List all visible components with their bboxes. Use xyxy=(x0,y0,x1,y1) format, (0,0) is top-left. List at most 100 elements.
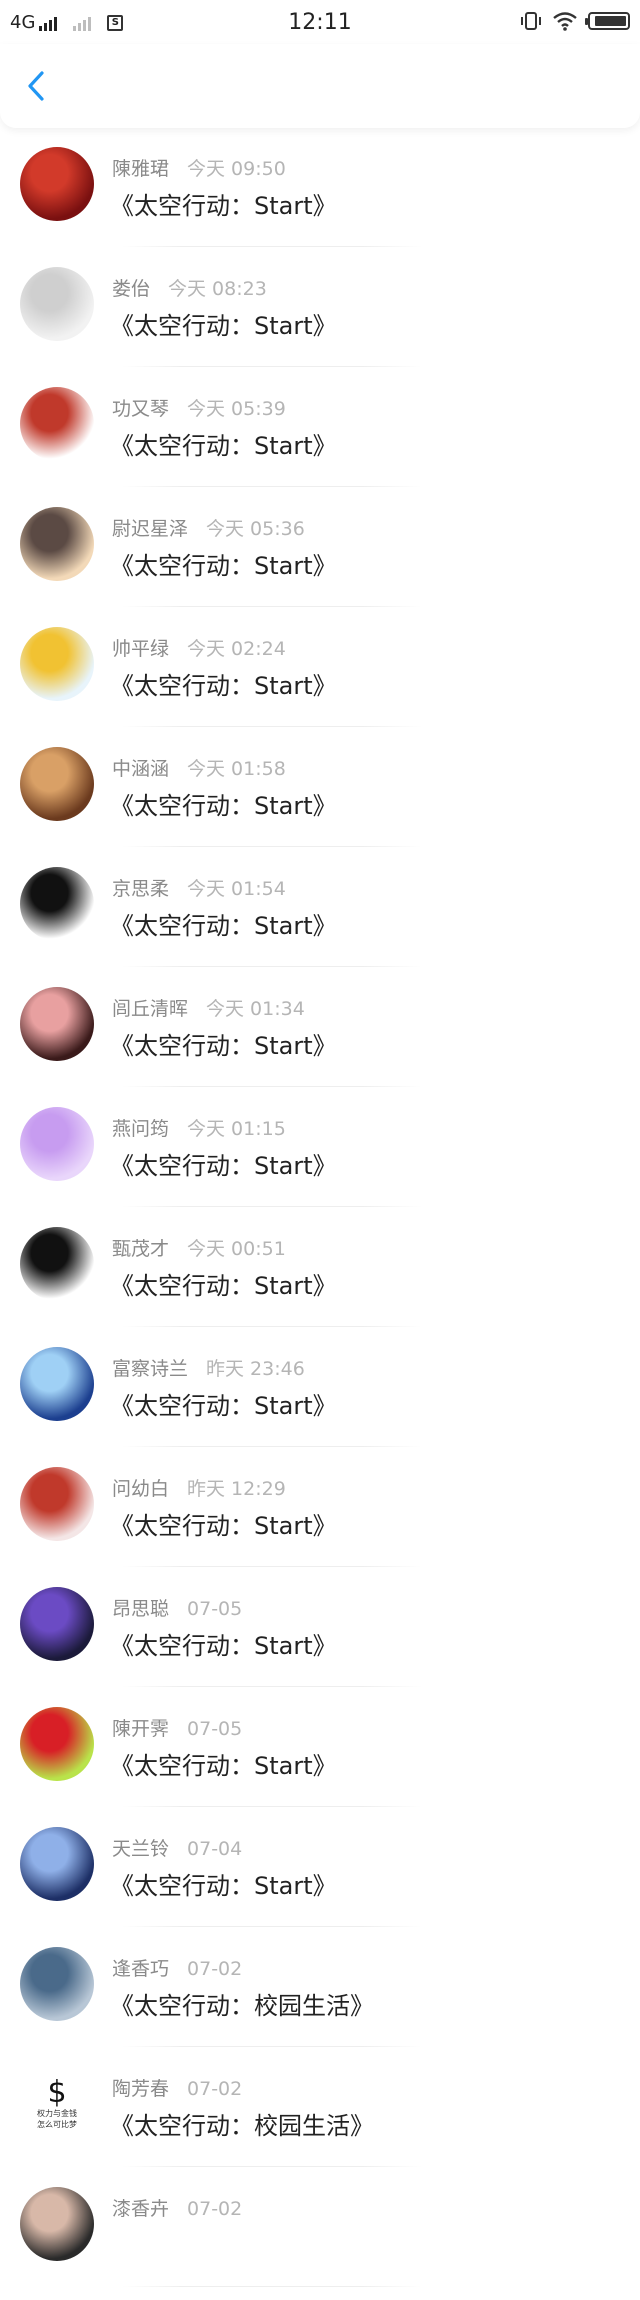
list-item[interactable]: 京思柔 今天 01:54 《太空行动：Start》 xyxy=(0,860,640,980)
item-meta: 功又琴 今天 05:39 xyxy=(112,394,286,421)
list-item[interactable]: 功又琴 今天 05:39 《太空行动：Start》 xyxy=(0,380,640,500)
list-item[interactable]: 富察诗兰 昨天 23:46 《太空行动：Start》 xyxy=(0,1340,640,1460)
avatar-ice-princess[interactable] xyxy=(20,1347,94,1421)
divider xyxy=(122,2166,422,2167)
item-meta: 富察诗兰 昨天 23:46 xyxy=(112,1354,305,1381)
item-meta: 燕问筠 今天 01:15 xyxy=(112,1114,286,1141)
list-item[interactable]: 帅平绿 今天 02:24 《太空行动：Start》 xyxy=(0,620,640,740)
item-title: 《太空行动：Start》 xyxy=(110,1032,337,1060)
user-name: 陶芳春 xyxy=(112,2078,170,2100)
item-title: 《太空行动：Start》 xyxy=(110,552,337,580)
item-title: 《太空行动：Start》 xyxy=(110,672,337,700)
item-meta: 帅平绿 今天 02:24 xyxy=(112,634,286,661)
item-meta: 中涵涵 今天 01:58 xyxy=(112,754,286,781)
list-item[interactable]: 中涵涵 今天 01:58 《太空行动：Start》 xyxy=(0,740,640,860)
avatar-red-dress[interactable] xyxy=(20,147,94,221)
dollar-icon: $ xyxy=(47,2075,67,2110)
timestamp: 07-04 xyxy=(187,1838,243,1860)
avatar-black-skirt[interactable] xyxy=(20,1227,94,1301)
timestamp: 今天 02:24 xyxy=(187,638,286,660)
item-title: 《太空行动：Start》 xyxy=(110,1272,337,1300)
divider xyxy=(122,486,422,487)
avatar-latte-art[interactable] xyxy=(20,747,94,821)
user-name: 帅平绿 xyxy=(112,638,170,660)
avatar-dark-portrait[interactable] xyxy=(20,2187,94,2261)
avatar-face-closeup[interactable] xyxy=(20,987,94,1061)
list-item[interactable]: 尉迟星泽 今天 05:36 《太空行动：Start》 xyxy=(0,500,640,620)
timestamp: 07-02 xyxy=(187,2078,243,2100)
divider xyxy=(122,2286,422,2287)
timestamp: 今天 01:54 xyxy=(187,878,286,900)
avatar-chat-bubble[interactable] xyxy=(20,1107,94,1181)
divider xyxy=(122,1926,422,1927)
timestamp: 07-02 xyxy=(187,2198,243,2220)
item-title: 《太空行动：Start》 xyxy=(110,1512,337,1540)
user-name: 漆香卉 xyxy=(112,2198,170,2220)
divider xyxy=(122,1566,422,1567)
item-meta: 逢香巧 07-02 xyxy=(112,1954,242,1981)
item-title: 《太空行动：Start》 xyxy=(110,1632,337,1660)
item-meta: 京思柔 今天 01:54 xyxy=(112,874,286,901)
user-name: 逢香巧 xyxy=(112,1958,170,1980)
avatar-blue-anime[interactable] xyxy=(20,1827,94,1901)
list-item[interactable]: 燕问筠 今天 01:15 《太空行动：Start》 xyxy=(0,1100,640,1220)
list-item[interactable]: 陳雅珺 今天 09:50 《太空行动：Start》 xyxy=(0,140,640,260)
user-name: 燕问筠 xyxy=(112,1118,170,1140)
list-item[interactable]: 昂思聪 07-05 《太空行动：Start》 xyxy=(0,1580,640,1700)
item-meta: 漆香卉 07-02 xyxy=(112,2194,242,2221)
item-title: 《太空行动：Start》 xyxy=(110,312,337,340)
item-meta: 陳雅珺 今天 09:50 xyxy=(112,154,286,181)
user-name: 陳开霁 xyxy=(112,1718,170,1740)
list-item[interactable]: 甄茂才 今天 00:51 《太空行动：Start》 xyxy=(0,1220,640,1340)
user-name: 闾丘清晖 xyxy=(112,998,189,1020)
timestamp: 今天 01:34 xyxy=(206,998,305,1020)
item-title: 《太空行动：Start》 xyxy=(110,432,337,460)
timestamp: 昨天 12:29 xyxy=(187,1478,286,1500)
timestamp: 今天 05:36 xyxy=(206,518,305,540)
timestamp: 07-05 xyxy=(187,1598,243,1620)
avatar-headphone-girl[interactable] xyxy=(20,1707,94,1781)
divider xyxy=(122,2046,422,2047)
avatar-dollar-text[interactable]: $ 权力与金钱 怎么可比梦 xyxy=(20,2067,94,2141)
list-item[interactable]: 闾丘清晖 今天 01:34 《太空行动：Start》 xyxy=(0,980,640,1100)
back-button[interactable] xyxy=(16,66,56,106)
avatar-cute-kid[interactable] xyxy=(20,1467,94,1541)
user-name: 昂思聪 xyxy=(112,1598,170,1620)
timestamp: 07-02 xyxy=(187,1958,243,1980)
avatar-yellow-girl[interactable] xyxy=(20,627,94,701)
divider xyxy=(122,606,422,607)
item-title: 《太空行动：Start》 xyxy=(110,1392,337,1420)
divider xyxy=(122,366,422,367)
list-item[interactable]: 逢香巧 07-02 《太空行动：校园生活》 xyxy=(0,1940,640,2060)
divider xyxy=(122,1326,422,1327)
divider xyxy=(122,966,422,967)
avatar-text-sticker[interactable] xyxy=(20,387,94,461)
avatar-ink-girl[interactable] xyxy=(20,867,94,941)
item-title: 《太空行动：Start》 xyxy=(110,192,337,220)
timestamp: 07-05 xyxy=(187,1718,243,1740)
list-item[interactable]: 漆香卉 07-02 xyxy=(0,2180,640,2300)
item-meta: 甄茂才 今天 00:51 xyxy=(112,1234,286,1261)
item-meta: 闾丘清晖 今天 01:34 xyxy=(112,994,305,1021)
avatar-cat-cartoon[interactable] xyxy=(20,507,94,581)
avatar-pale-photo[interactable] xyxy=(20,267,94,341)
timestamp: 今天 01:15 xyxy=(187,1118,286,1140)
user-name: 问幼白 xyxy=(112,1478,170,1500)
user-name: 功又琴 xyxy=(112,398,170,420)
timestamp: 今天 01:58 xyxy=(187,758,286,780)
list-item[interactable]: 娄佁 今天 08:23 《太空行动：Start》 xyxy=(0,260,640,380)
user-name: 陳雅珺 xyxy=(112,158,170,180)
avatar-city-skyline[interactable] xyxy=(20,1947,94,2021)
divider xyxy=(122,1806,422,1807)
status-right xyxy=(520,10,630,32)
avatar-dark-fantasy[interactable] xyxy=(20,1587,94,1661)
list-item[interactable]: 陳开霁 07-05 《太空行动：Start》 xyxy=(0,1700,640,1820)
user-name: 富察诗兰 xyxy=(112,1358,189,1380)
user-name: 娄佁 xyxy=(112,278,151,300)
list-item[interactable]: $ 权力与金钱 怎么可比梦 陶芳春 07-02 《太空行动：校园生活》 xyxy=(0,2060,640,2180)
list-item[interactable]: 问幼白 昨天 12:29 《太空行动：Start》 xyxy=(0,1460,640,1580)
nav-bar xyxy=(0,44,640,128)
item-meta: 尉迟星泽 今天 05:36 xyxy=(112,514,305,541)
list-item[interactable]: 天兰铃 07-04 《太空行动：Start》 xyxy=(0,1820,640,1940)
divider xyxy=(122,726,422,727)
